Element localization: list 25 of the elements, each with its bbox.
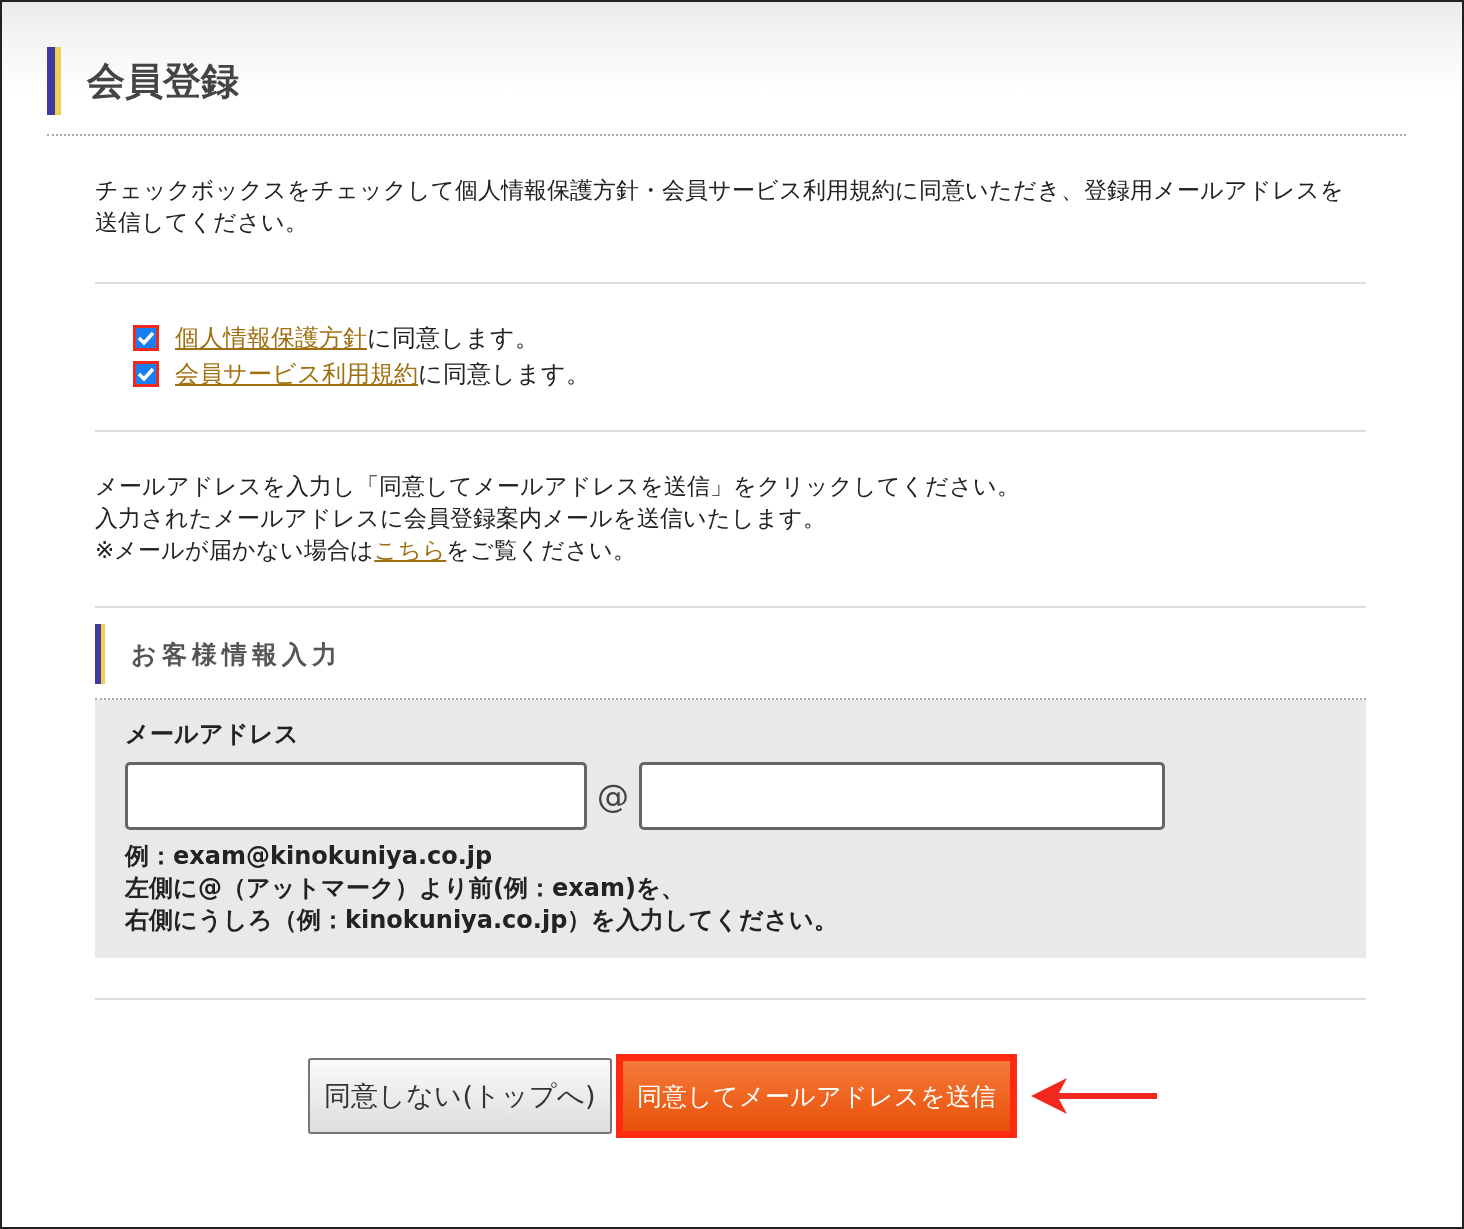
heading-bar-icon xyxy=(47,47,61,115)
agreement-link[interactable]: 個人情報保護方針 xyxy=(175,322,367,354)
submit-button[interactable]: 同意してメールアドレスを送信 xyxy=(615,1054,1017,1138)
at-sign: @ xyxy=(597,777,629,815)
page-title: 会員登録 xyxy=(87,57,239,105)
hint-text: 例：exam@kinokuniya.co.jp xyxy=(125,841,494,872)
hint-text: 右側にうしろ（例：kinokuniya.co.jp）を入力してください。 xyxy=(125,905,840,936)
section-title: お客様情報入力 xyxy=(131,638,342,671)
agreement-text: に同意します。 xyxy=(418,359,590,390)
note-text: ※メールが届かない場合は xyxy=(95,536,375,565)
email-local-input[interactable] xyxy=(125,762,587,830)
instruction-text: 入力されたメールアドレスに会員登録案内メールを送信いたします。 xyxy=(95,504,827,533)
section-bar-icon xyxy=(95,624,105,684)
checkbox[interactable] xyxy=(133,361,159,387)
agreement-text: に同意します。 xyxy=(367,323,539,354)
intro-text: チェックボックスをチェックして個人情報保護方針・会員サービス利用規約に同意いただき、登録用メールアドレスを送信してください。 xyxy=(95,176,1345,237)
email-domain-input[interactable] xyxy=(639,762,1165,830)
decline-button[interactable]: 同意しない(トップへ) xyxy=(308,1058,612,1134)
note-text: をご覧ください。 xyxy=(446,536,637,565)
help-link[interactable]: こちら xyxy=(374,534,447,566)
hint-text: 左側に@（アットマーク）より前(例：exam)を、 xyxy=(125,873,686,904)
instruction-text: メールアドレスを入力し「同意してメールアドレスを送信」をクリックしてください。 xyxy=(95,472,1021,501)
field-label: メールアドレス xyxy=(125,719,300,750)
agreement-link[interactable]: 会員サービス利用規約 xyxy=(175,358,418,390)
checkbox[interactable] xyxy=(133,325,159,351)
